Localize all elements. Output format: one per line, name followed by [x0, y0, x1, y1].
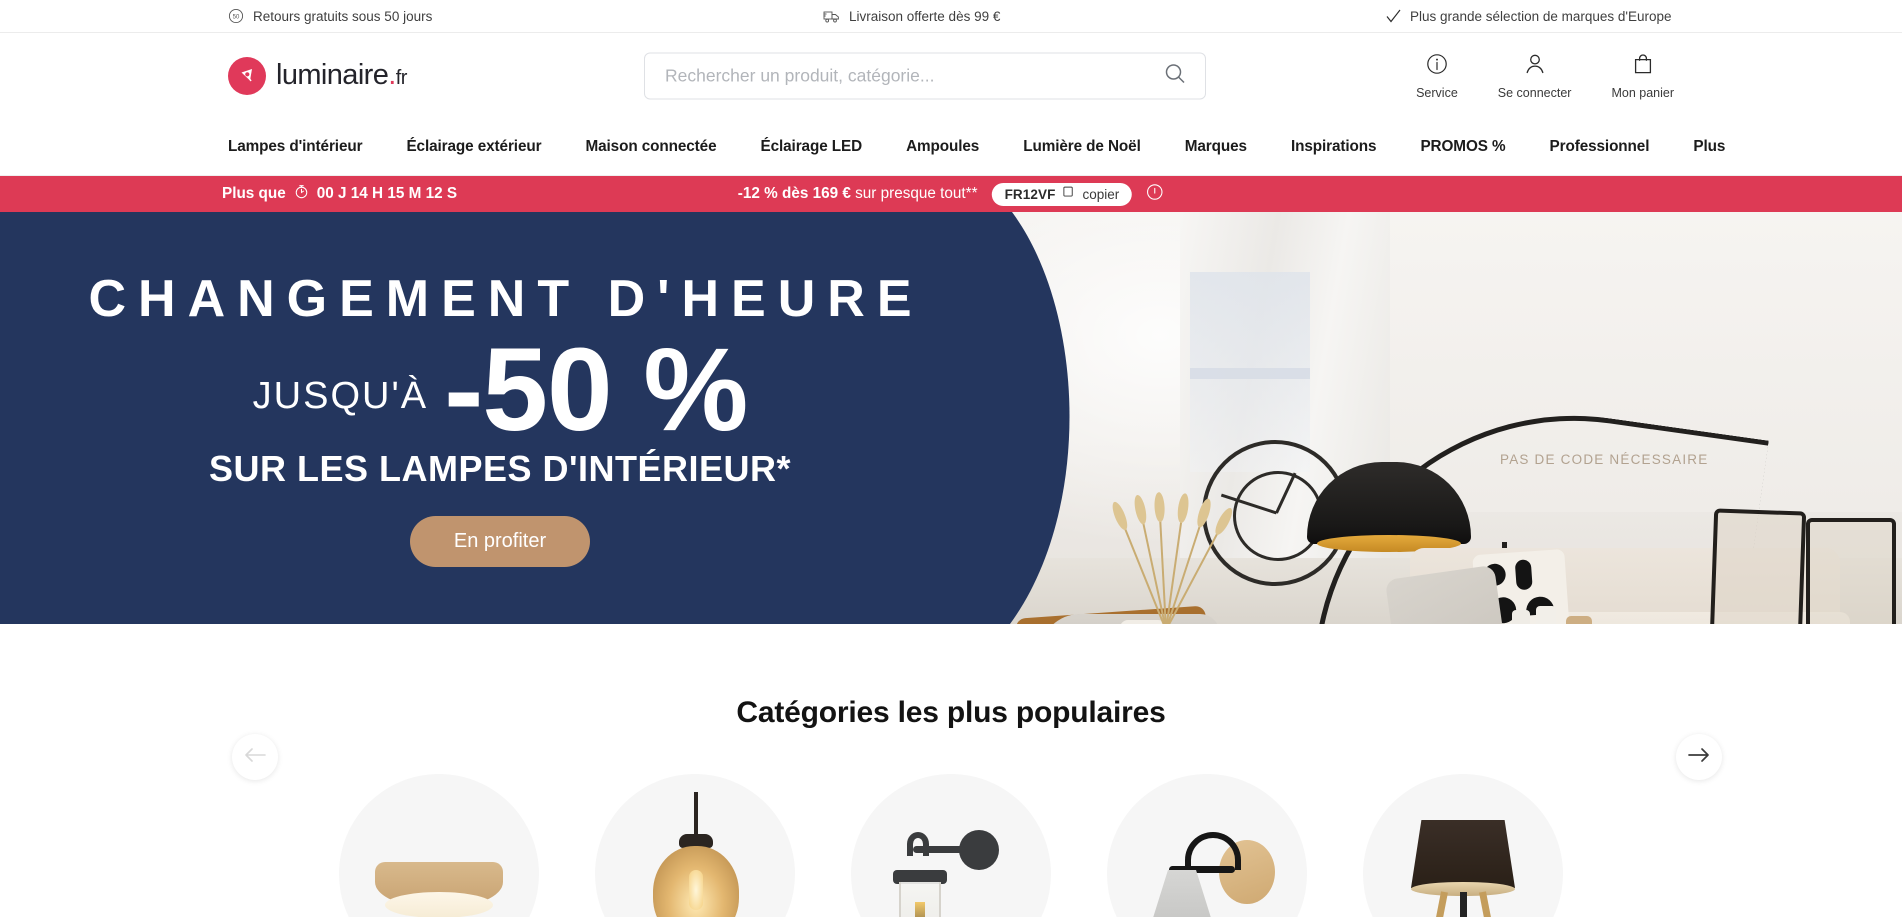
logo-lamp-icon: [228, 56, 266, 95]
countdown-label: Plus que: [222, 185, 286, 202]
utility-item-brands: Plus grande sélection de marques d'Europ…: [1386, 9, 1672, 24]
search-box[interactable]: [644, 52, 1206, 99]
popular-categories-section: Catégories les plus populaires: [0, 624, 1902, 917]
header-action-login[interactable]: Se connecter: [1497, 52, 1572, 100]
nav-item-marques[interactable]: Marques: [1163, 138, 1269, 156]
vase-small: [1512, 610, 1530, 624]
dining-chair: [1709, 508, 1807, 624]
search-icon[interactable]: [1163, 61, 1187, 90]
countdown-value: 00 J 14 H 15 M 12 S: [316, 185, 458, 202]
nav-item-professionnel[interactable]: Professionnel: [1528, 138, 1672, 156]
info-icon[interactable]: [1146, 183, 1164, 206]
hero-discount-prefix: JUSQU'À: [252, 375, 429, 418]
carousel-prev-button[interactable]: [232, 734, 278, 780]
logo-wordmark: luminaire.fr: [276, 59, 407, 91]
category-card-applique-murale-beton[interactable]: [1107, 774, 1307, 917]
section-title: Catégories les plus populaires: [736, 696, 1166, 729]
nav-item-promos[interactable]: PROMOS %: [1398, 138, 1527, 156]
category-card-plafonnier-bois[interactable]: [339, 774, 539, 917]
copy-icon[interactable]: [1062, 186, 1075, 202]
nav-item-eclairage-led[interactable]: Éclairage LED: [738, 138, 884, 156]
nav-item-lampes-interieur[interactable]: Lampes d'intérieur: [228, 138, 384, 156]
nav-item-lumiere-de-noel[interactable]: Lumière de Noël: [1001, 138, 1163, 156]
nav-item-inspirations[interactable]: Inspirations: [1269, 138, 1399, 156]
promo-offer: -12 % dès 169 € sur presque tout** FR12V…: [737, 182, 1164, 206]
applique-exterieure-image: [851, 774, 1051, 917]
hero-discount: JUSQU'À -50 %: [252, 323, 749, 456]
hero-content: CHANGEMENT D'HEURE JUSQU'À -50 % SUR LES…: [0, 212, 1000, 624]
user-icon: [1523, 52, 1547, 81]
nav-item-eclairage-exterieur[interactable]: Éclairage extérieur: [384, 138, 563, 156]
main-navigation: Lampes d'intérieur Éclairage extérieur M…: [0, 118, 1902, 176]
utility-item-label: Livraison offerte dès 99 €: [849, 8, 1001, 24]
hero-subtitle: SUR LES LAMPES D'INTÉRIEUR*: [208, 448, 792, 490]
dried-grass: [1105, 480, 1235, 624]
hero-cta-button[interactable]: En profiter: [409, 516, 591, 568]
vase-small: [1536, 606, 1556, 624]
stopwatch-icon: [294, 184, 309, 204]
promo-offer-text: -12 % dès 169 € sur presque tout**: [737, 185, 978, 202]
header-action-label: Mon panier: [1611, 85, 1674, 100]
countdown: Plus que 00 J 14 H 15 M 12 S: [222, 184, 457, 204]
utility-item-label: Retours gratuits sous 50 jours: [253, 8, 433, 24]
arrow-right-icon: [1687, 745, 1711, 770]
header-action-label: Service: [1416, 85, 1458, 100]
header-action-service[interactable]: Service: [1416, 52, 1458, 100]
promo-bar: Plus que 00 J 14 H 15 M 12 S -12 % dès 1…: [0, 176, 1902, 212]
nav-item-ampoules[interactable]: Ampoules: [884, 138, 1001, 156]
check-icon: [1386, 9, 1401, 23]
hero-image-tag: PAS DE CODE NÉCESSAIRE: [1500, 452, 1709, 467]
search-input[interactable]: [665, 65, 1163, 86]
promo-copy-label: copier: [1082, 186, 1120, 202]
applique-murale-beton-image: [1107, 774, 1307, 917]
clock-hour-hand: [1275, 472, 1297, 514]
utility-item-label: Plus grande sélection de marques d'Europ…: [1410, 8, 1672, 24]
carousel-next-button[interactable]: [1676, 734, 1722, 780]
lampe-a-poser-trepied-image: [1363, 774, 1563, 917]
returns-50-icon: 50: [228, 8, 244, 24]
nav-item-maison-connectee[interactable]: Maison connectée: [563, 138, 738, 156]
search-container: [644, 52, 1206, 99]
svg-text:50: 50: [233, 14, 240, 20]
dining-chair: [1806, 518, 1896, 624]
site-header: luminaire.fr Service: [0, 33, 1902, 118]
utility-bar: 50 Retours gratuits sous 50 jours Livrai…: [0, 0, 1902, 33]
category-card-lampe-a-poser-trepied[interactable]: [1363, 774, 1563, 917]
hero-banner: PAS DE CODE NÉCESSAIRE CHANGEMENT D'HEUR…: [0, 212, 1902, 624]
site-logo[interactable]: luminaire.fr: [228, 56, 407, 95]
bowl: [1566, 616, 1592, 624]
promo-code-value: FR12VF: [1004, 186, 1056, 202]
utility-item-returns: 50 Retours gratuits sous 50 jours: [228, 8, 432, 24]
utility-item-delivery: Livraison offerte dès 99 €: [823, 9, 1000, 24]
category-card-suspension-verre-ambre[interactable]: [595, 774, 795, 917]
header-actions: Service Se connecter Mon panier: [1416, 52, 1674, 100]
suspension-verre-ambre-image: [595, 774, 795, 917]
category-card-applique-exterieure[interactable]: [851, 774, 1051, 917]
hero-title: CHANGEMENT D'HEURE: [88, 269, 924, 328]
promo-code-pill[interactable]: FR12VF copier: [991, 182, 1133, 206]
header-action-cart[interactable]: Mon panier: [1611, 52, 1674, 100]
categories-carousel: [0, 774, 1902, 917]
header-action-label: Se connecter: [1497, 85, 1572, 100]
hero-discount-value: -50 %: [444, 323, 748, 456]
delivery-truck-icon: [823, 9, 840, 24]
shopping-bag-icon: [1631, 52, 1655, 81]
info-circle-icon: [1425, 52, 1449, 81]
nav-item-plus[interactable]: Plus: [1671, 138, 1747, 156]
plafonnier-bois-image: [339, 774, 539, 917]
arrow-left-icon: [243, 745, 267, 770]
